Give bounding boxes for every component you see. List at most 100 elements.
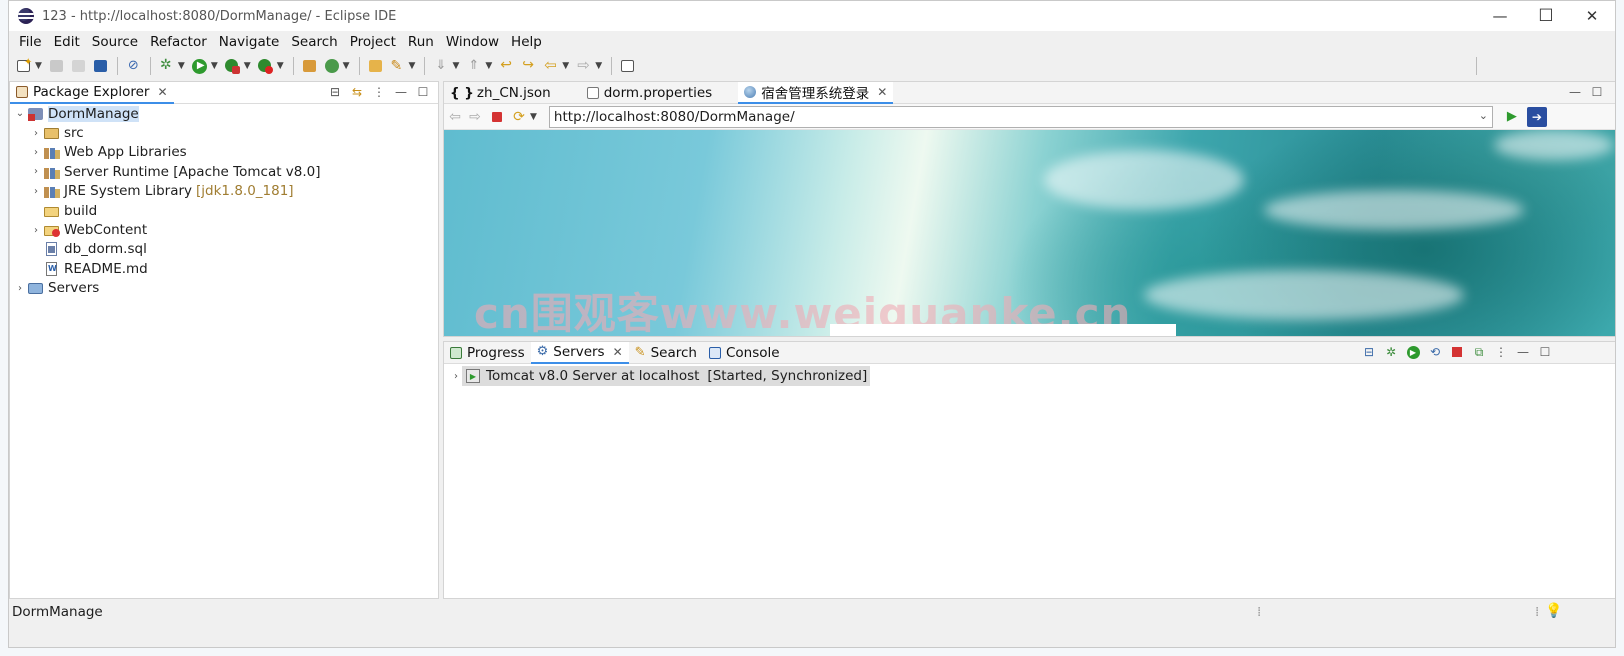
debug-server-icon[interactable]: ✲ [1384,345,1398,359]
profile-server-icon[interactable]: ⟲ [1428,345,1442,359]
coverage-icon[interactable] [224,58,242,74]
expanded-chevron-icon[interactable]: ⌄ [14,108,26,119]
last-edit-location-icon[interactable]: ↩ [498,57,516,74]
minimize-view-icon[interactable]: — [394,85,408,99]
new-dropdown-icon[interactable]: ▼ [35,61,42,71]
menu-source[interactable]: Source [86,34,144,50]
tab-progress[interactable]: Progress [444,342,531,364]
collapsed-chevron-icon[interactable]: › [30,186,42,197]
previous-annotation-dropdown-icon[interactable]: ▼ [485,61,492,71]
tree-item-dormmanage[interactable]: ⌄ DormManage [10,104,438,123]
task-dropdown-icon[interactable]: ▼ [409,61,416,71]
close-icon[interactable]: ✕ [877,85,887,99]
url-field[interactable]: http://localhost:8080/DormManage/ ⌄ [548,105,1493,128]
menu-search[interactable]: Search [285,34,343,50]
menu-project[interactable]: Project [344,34,402,50]
collapsed-chevron-icon[interactable]: › [30,166,42,177]
tree-item-src[interactable]: › src [10,123,438,142]
run-dropdown-icon[interactable]: ▼ [211,61,218,71]
debug-dropdown-icon[interactable]: ▼ [178,61,185,71]
collapse-all-icon[interactable]: ⊟ [328,85,342,99]
tab-dorm-login-page[interactable]: 宿舍管理系统登录 ✕ [738,81,894,104]
tab-zh-cn-json[interactable]: { } zh_CN.json [444,82,581,104]
view-menu-icon[interactable]: ⋮ [372,85,386,99]
next-annotation-icon[interactable]: ⇓ [432,58,450,74]
tree-item-server-runtime[interactable]: › Server Runtime [Apache Tomcat v8.0] [10,162,438,181]
collapsed-chevron-icon[interactable]: › [30,225,42,236]
next-annotation-dropdown-icon[interactable]: ▼ [452,61,459,71]
tree-item-build[interactable]: build [10,201,438,220]
coverage-dropdown-icon[interactable]: ▼ [244,61,251,71]
close-icon[interactable]: ✕ [613,345,623,359]
browser-refresh-icon[interactable]: ⟳ [512,109,526,125]
menu-navigate[interactable]: Navigate [213,34,286,50]
maximize-view-icon[interactable]: ☐ [1538,345,1552,359]
save-all-icon[interactable] [70,58,88,74]
menu-file[interactable]: File [13,34,48,50]
external-tools-icon[interactable] [257,58,275,74]
maximize-view-icon[interactable]: ☐ [1590,85,1604,99]
browser-back-icon[interactable]: ⇦ [448,109,462,125]
collapsed-chevron-icon[interactable]: › [450,371,462,382]
collapsed-chevron-icon[interactable]: › [30,128,42,139]
new-icon[interactable]: ✦ [15,57,33,74]
maximize-view-icon[interactable]: ☐ [416,85,430,99]
publish-server-icon[interactable]: ⧉ [1472,345,1486,359]
tab-search[interactable]: ✎ Search [629,342,703,364]
refresh-dropdown-icon[interactable]: ▼ [530,112,537,122]
forward-edit-icon[interactable]: ↪ [520,57,538,74]
go-icon[interactable]: ▶ [1505,109,1519,124]
view-menu-icon[interactable]: ⋮ [1494,345,1508,359]
server-entry-row[interactable]: › ▶ Tomcat v8.0 Server at localhost [Sta… [450,366,871,386]
maximize-button[interactable]: ☐ [1523,1,1569,31]
browser-forward-icon[interactable]: ⇨ [468,109,482,125]
tree-item-db-dorm-sql[interactable]: db_dorm.sql [10,240,438,259]
back-dropdown-icon[interactable]: ▼ [562,61,569,71]
new-java-package-icon[interactable] [301,58,319,74]
minimize-button[interactable]: — [1477,1,1523,31]
link-with-editor-icon[interactable]: ⇆ [350,85,364,99]
tree-item-readme-md[interactable]: W README.md [10,259,438,278]
open-task-icon[interactable]: ✎ [389,58,407,74]
tab-servers[interactable]: ⚙ Servers ✕ [530,341,629,364]
close-button[interactable]: ✕ [1569,1,1615,31]
eclipse-web-browser-icon[interactable]: ➔ [1526,106,1547,127]
previous-annotation-icon[interactable]: ⇑ [465,58,483,74]
tree-item-webcontent[interactable]: › WebContent [10,220,438,239]
collapsed-chevron-icon[interactable]: › [14,283,26,294]
save-icon[interactable] [48,58,66,74]
new-java-class-icon[interactable] [323,58,341,74]
skip-breakpoints-icon[interactable]: ⊘ [125,58,143,74]
run-icon[interactable]: ▶ [191,58,209,74]
forward-dropdown-icon[interactable]: ▼ [595,61,602,71]
new-class-dropdown-icon[interactable]: ▼ [343,61,350,71]
tree-item-web-app-libraries[interactable]: › Web App Libraries [10,143,438,162]
menu-run[interactable]: Run [402,34,440,50]
tree-item-servers[interactable]: › Servers [10,279,438,298]
back-icon[interactable]: ⇦ [542,56,560,74]
tab-dorm-properties[interactable]: dorm.properties [581,82,738,104]
minimize-view-icon[interactable]: — [1568,85,1582,99]
debug-icon[interactable]: ✲ [158,57,176,74]
start-server-icon[interactable]: ▶ [1406,345,1420,359]
pin-editor-icon[interactable] [619,58,637,74]
stop-server-icon[interactable] [1450,345,1464,359]
terminal-icon[interactable] [92,58,110,74]
menu-refactor[interactable]: Refactor [144,34,213,50]
menu-help[interactable]: Help [505,34,548,50]
tab-package-explorer[interactable]: Package Explorer ✕ [10,82,174,104]
menu-window[interactable]: Window [440,34,505,50]
forward-icon[interactable]: ⇨ [575,56,593,74]
minimize-view-icon[interactable]: — [1516,345,1530,359]
browser-stop-icon[interactable] [490,110,504,124]
open-type-icon[interactable] [367,58,385,74]
tab-console[interactable]: Console [703,342,786,364]
tree-item-jre-system-library[interactable]: › JRE System Library [jdk1.8.0_181] [10,182,438,201]
menu-edit[interactable]: Edit [48,34,86,50]
close-icon[interactable]: ✕ [157,85,167,99]
external-tools-dropdown-icon[interactable]: ▼ [277,61,284,71]
collapse-all-icon[interactable]: ⊟ [1362,345,1376,359]
url-history-dropdown-icon[interactable]: ⌄ [1479,109,1488,122]
tips-lightbulb-icon[interactable]: 💡 [1545,603,1562,619]
collapsed-chevron-icon[interactable]: › [30,147,42,158]
